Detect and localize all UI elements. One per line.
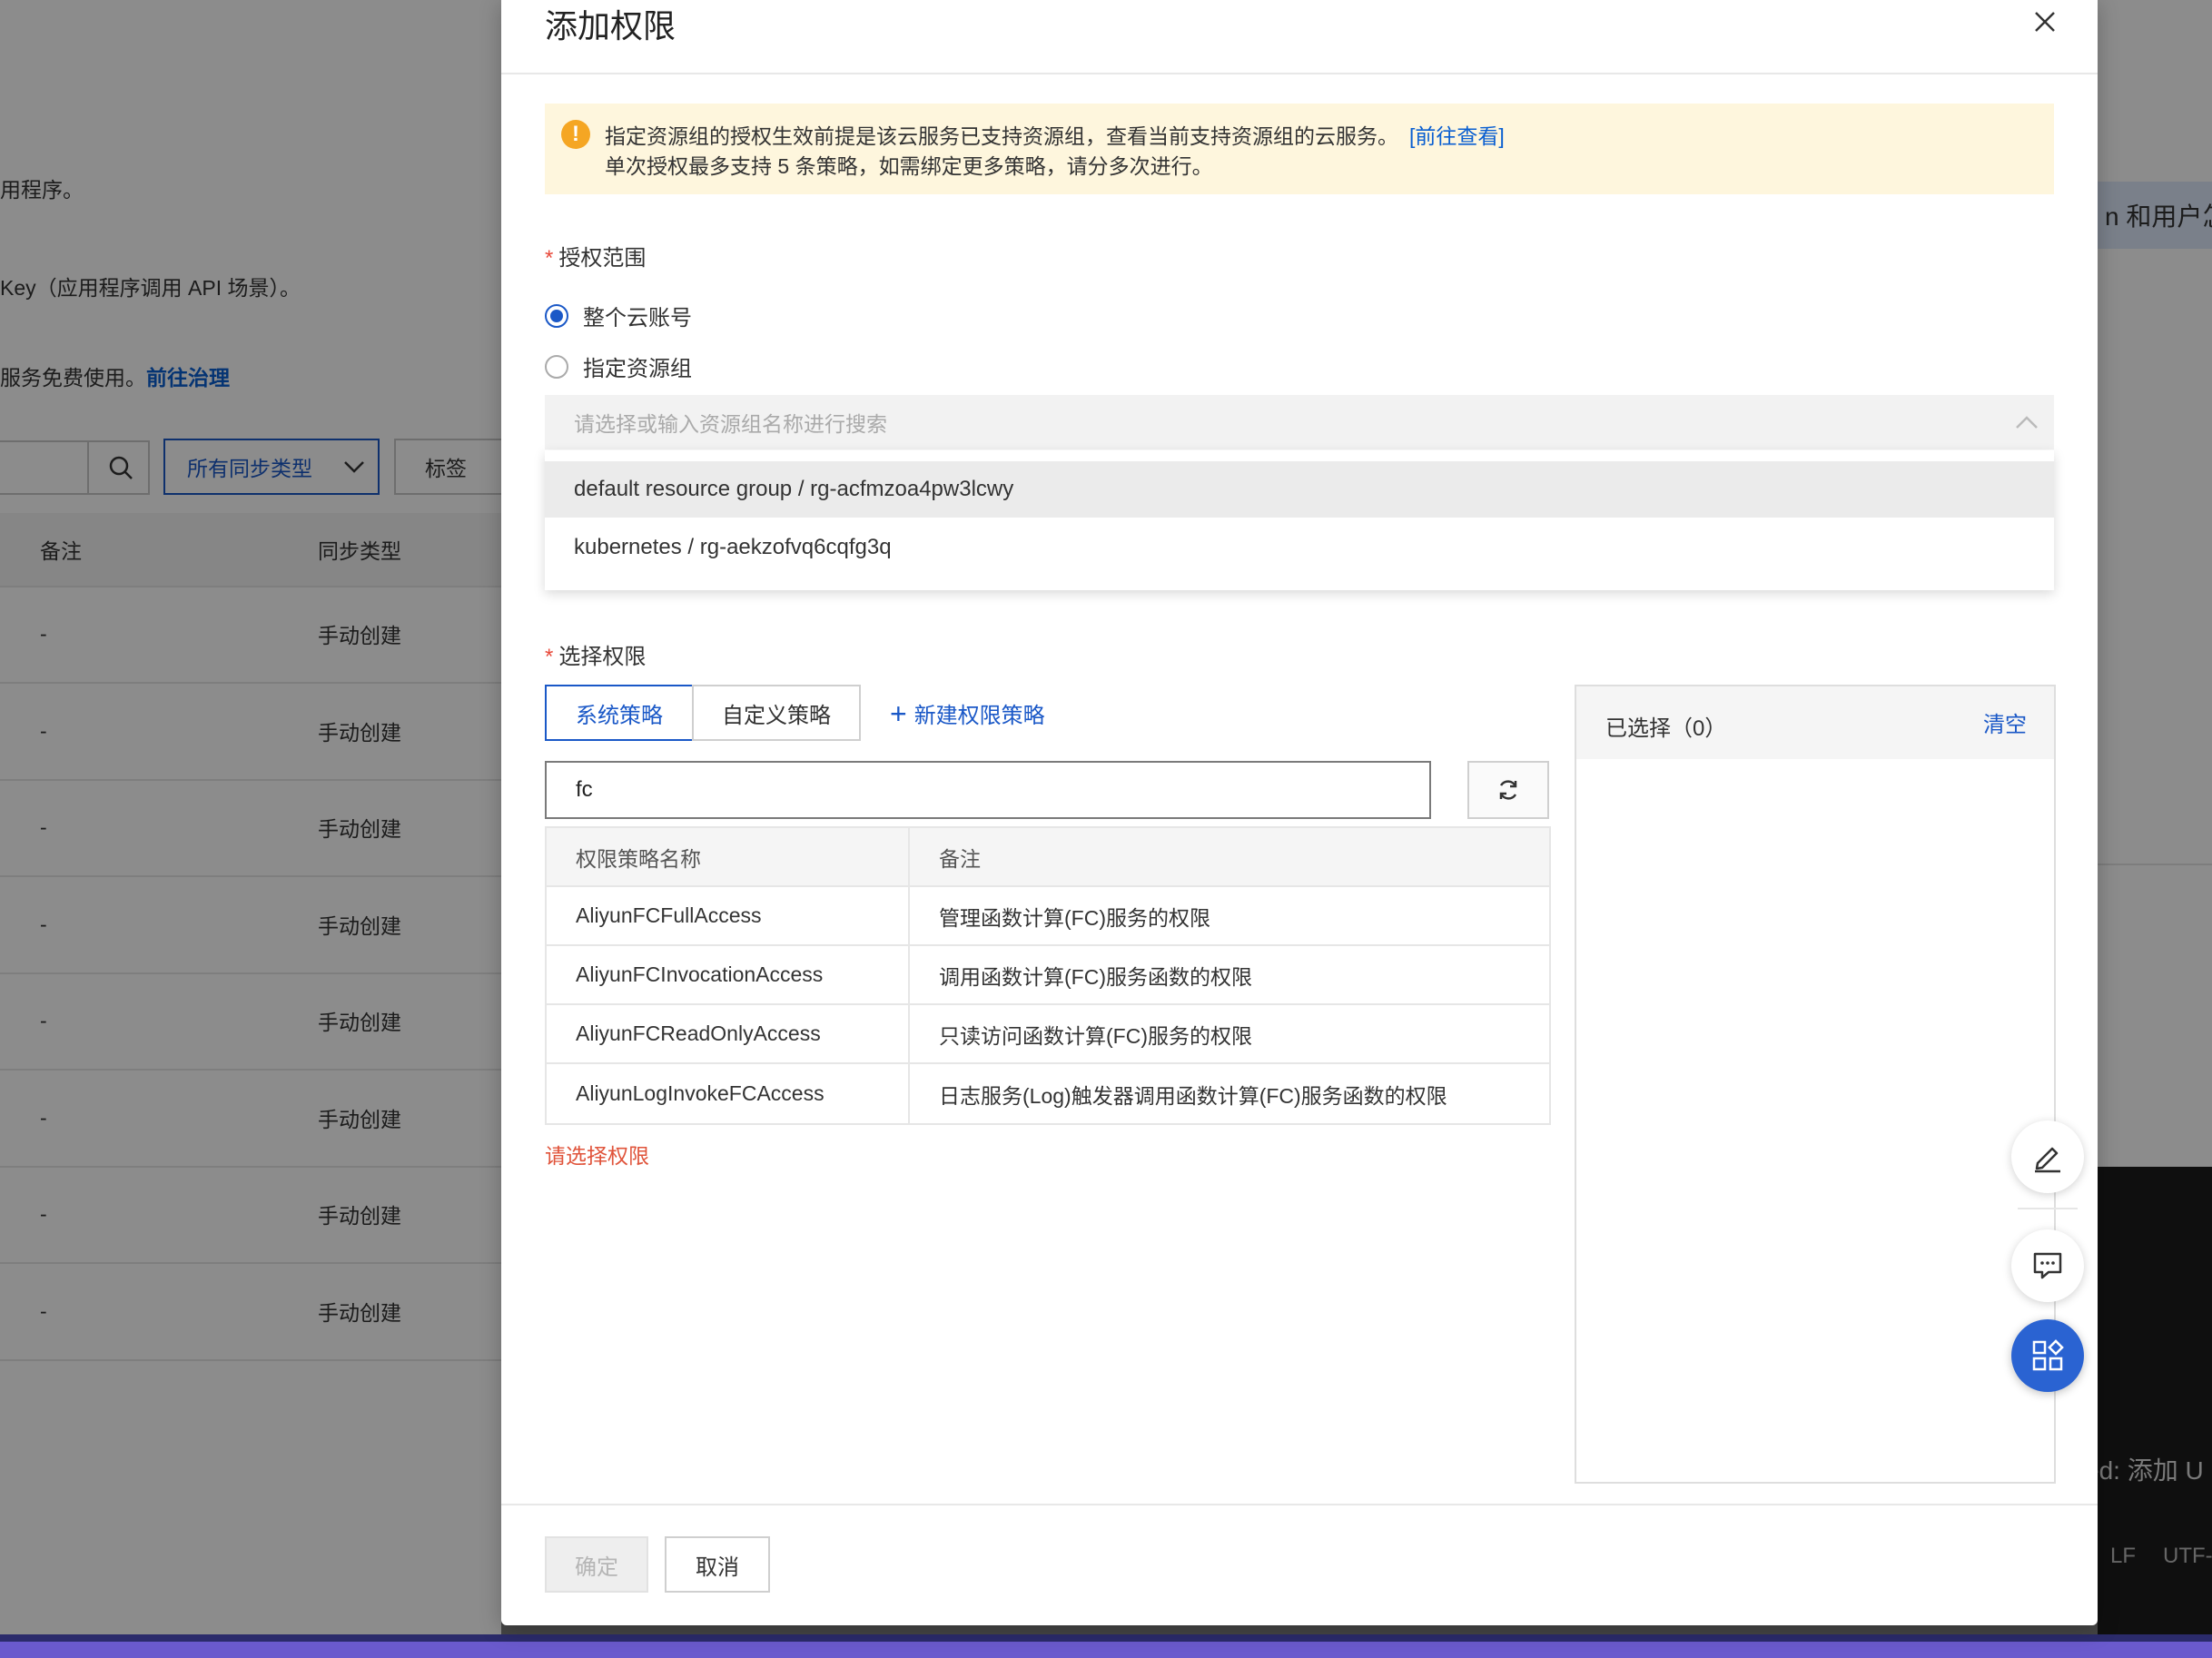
notice-line-2: 单次授权最多支持 5 条策略，如需绑定更多策略，请分多次进行。 xyxy=(605,154,1213,178)
policy-note: 只读访问函数计算(FC)服务的权限 xyxy=(939,1023,1252,1048)
notice-banner: ! 指定资源组的授权生效前提是该云服务已支持资源组，查看当前支持资源组的云服务。… xyxy=(545,104,2054,194)
tab-system-policy[interactable]: 系统策略 xyxy=(545,685,694,741)
notice-line-1: 指定资源组的授权生效前提是该云服务已支持资源组，查看当前支持资源组的云服务。 [前… xyxy=(605,119,1505,150)
refresh-button[interactable] xyxy=(1467,761,1549,819)
bottom-bar-accent xyxy=(0,1642,2212,1658)
scope-label-text: 授权范围 xyxy=(558,246,647,271)
refresh-icon xyxy=(1499,780,1517,800)
resource-group-dropdown: default resource group / rg-acfmzoa4pw3l… xyxy=(545,450,2054,590)
scope-option-whole-account-label: 整个云账号 xyxy=(583,306,692,331)
dialog-footer-divider xyxy=(501,1504,2098,1505)
policy-note: 调用函数计算(FC)服务函数的权限 xyxy=(939,964,1252,989)
edit-icon xyxy=(2035,1147,2060,1173)
close-button[interactable] xyxy=(2027,4,2063,40)
feedback-icon xyxy=(2033,1252,2062,1279)
dialog-header-divider xyxy=(501,73,2098,74)
dialog-title: 添加权限 xyxy=(545,7,676,44)
policy-type-tabs: 系统策略 自定义策略 xyxy=(545,685,861,741)
fab-separator xyxy=(2018,1208,2078,1209)
edit-fab[interactable] xyxy=(2011,1120,2084,1193)
table-row[interactable]: AliyunLogInvokeFCAccess 日志服务(Log)触发器调用函数… xyxy=(547,1064,1549,1123)
policy-table: 权限策略名称 备注 AliyunFCFullAccess 管理函数计算(FC)服… xyxy=(545,826,1551,1125)
permissions-label-text: 选择权限 xyxy=(558,645,647,669)
resource-group-select[interactable]: 请选择或输入资源组名称进行搜索 xyxy=(545,395,2054,449)
table-row[interactable]: AliyunFCInvocationAccess 调用函数计算(FC)服务函数的… xyxy=(547,946,1549,1005)
confirm-button[interactable]: 确定 xyxy=(545,1536,648,1593)
new-policy-label: 新建权限策略 xyxy=(913,704,1045,728)
selected-policies-panel: 已选择（0） 清空 xyxy=(1575,685,2056,1484)
selected-count: 已选择（0） xyxy=(1605,716,1727,741)
add-permission-dialog: 添加权限 ! 指定资源组的授权生效前提是该云服务已支持资源组，查看当前支持资源组… xyxy=(501,0,2098,1625)
resource-group-option[interactable]: default resource group / rg-acfmzoa4pw3l… xyxy=(545,461,2054,518)
view-supported-services-link[interactable]: [前往查看] xyxy=(1409,124,1505,148)
policy-search-input[interactable]: fc xyxy=(545,761,1431,819)
chevron-up-icon xyxy=(2016,416,2038,429)
radio-resource-group[interactable] xyxy=(545,354,568,379)
col-policy-name: 权限策略名称 xyxy=(547,828,910,885)
apps-fab[interactable] xyxy=(2011,1319,2084,1392)
clear-button[interactable]: 清空 xyxy=(1983,706,2027,738)
policy-note: 日志服务(Log)触发器调用函数计算(FC)服务函数的权限 xyxy=(939,1083,1447,1108)
notice-text-1: 指定资源组的授权生效前提是该云服务已支持资源组，查看当前支持资源组的云服务。 xyxy=(605,124,1398,148)
policy-note: 管理函数计算(FC)服务的权限 xyxy=(939,905,1210,930)
scope-option-resource-group[interactable]: 指定资源组 xyxy=(545,350,692,382)
policy-name: AliyunLogInvokeFCAccess xyxy=(547,1064,910,1123)
col-policy-note: 备注 xyxy=(939,846,981,871)
scope-option-resource-group-label: 指定资源组 xyxy=(583,357,692,381)
resource-group-placeholder: 请选择或输入资源组名称进行搜索 xyxy=(574,412,887,436)
policy-name: AliyunFCInvocationAccess xyxy=(547,946,910,1003)
table-row[interactable]: AliyunFCReadOnlyAccess 只读访问函数计算(FC)服务的权限 xyxy=(547,1005,1549,1064)
scope-option-whole-account[interactable]: 整个云账号 xyxy=(545,300,692,331)
required-mark: * xyxy=(545,645,554,669)
permissions-label: * 选择权限 xyxy=(545,638,646,670)
scope-label: * 授权范围 xyxy=(545,240,646,271)
table-row[interactable]: AliyunFCFullAccess 管理函数计算(FC)服务的权限 xyxy=(547,887,1549,946)
policy-name: AliyunFCReadOnlyAccess xyxy=(547,1005,910,1062)
policy-table-header: 权限策略名称 备注 xyxy=(547,828,1549,887)
radio-whole-account[interactable] xyxy=(545,303,568,328)
selected-panel-header: 已选择（0） 清空 xyxy=(1576,686,2054,759)
policy-name: AliyunFCFullAccess xyxy=(547,887,910,944)
warning-icon: ! xyxy=(561,120,590,149)
plus-icon: + xyxy=(890,696,907,730)
permission-error-message: 请选择权限 xyxy=(545,1144,649,1168)
cancel-button[interactable]: 取消 xyxy=(665,1536,770,1593)
new-policy-link[interactable]: + 新建权限策略 xyxy=(890,697,1045,729)
required-mark: * xyxy=(545,246,554,271)
feedback-fab[interactable] xyxy=(2011,1229,2084,1302)
close-icon xyxy=(2035,12,2055,32)
resource-group-option[interactable]: kubernetes / rg-aekzofvq6cqfg3q xyxy=(545,519,2054,576)
tab-custom-policy[interactable]: 自定义策略 xyxy=(692,685,861,741)
apps-icon xyxy=(2032,1339,2064,1371)
